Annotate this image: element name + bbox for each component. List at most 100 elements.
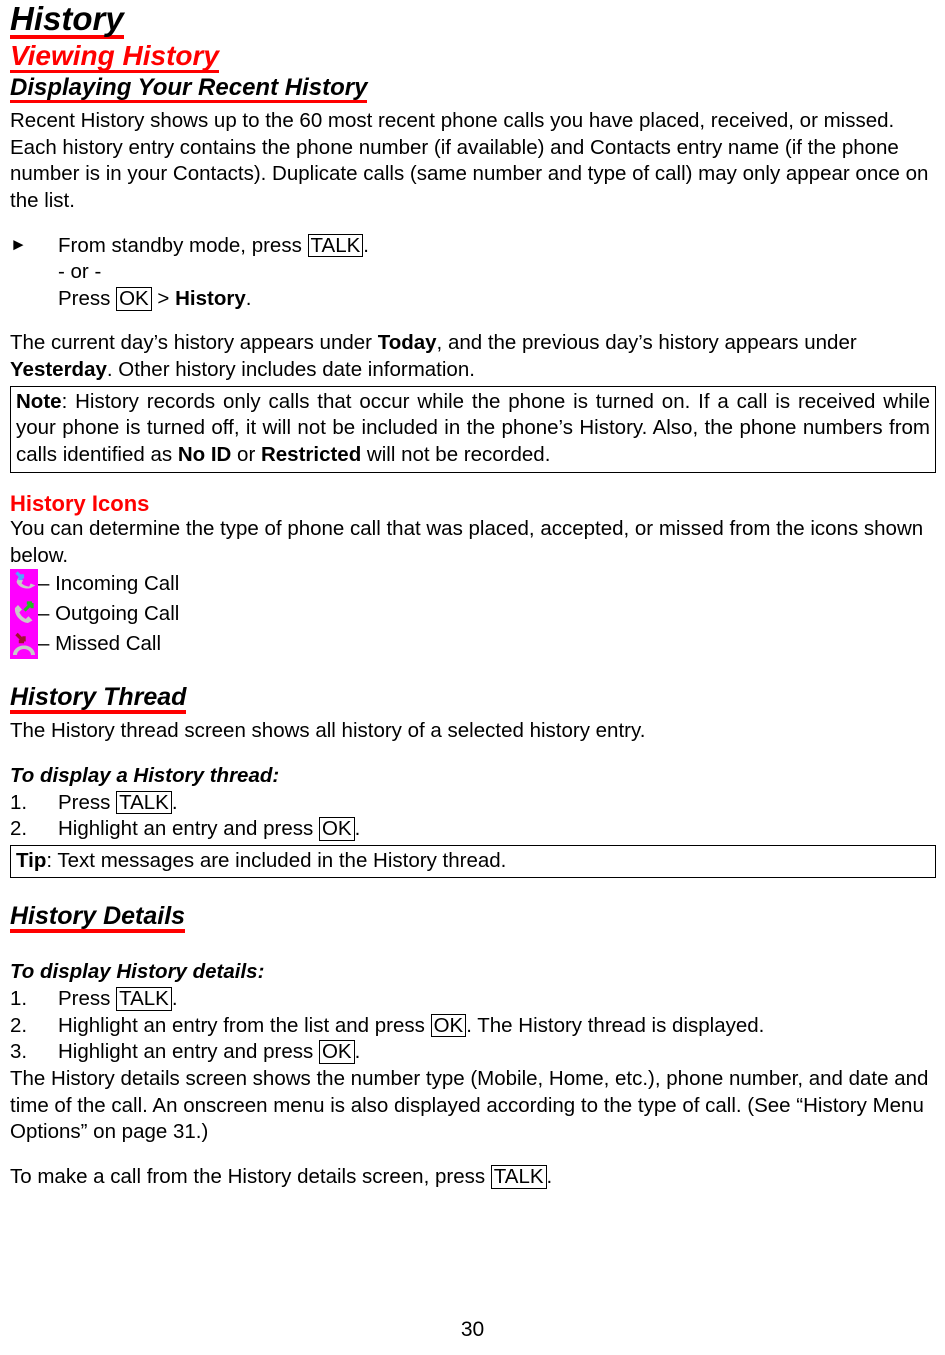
thread-step-2-number: 2. <box>10 817 28 841</box>
note-part2: or <box>231 443 261 467</box>
note-callout-box: Note: History records only calls that oc… <box>10 385 936 473</box>
key-talk[interactable]: TALK <box>307 233 364 258</box>
page-content: History Viewing History Displaying Your … <box>10 0 936 1191</box>
standby-line3-post: . <box>245 286 252 310</box>
details-step-3-number: 3. <box>10 1040 28 1064</box>
document-page: History Viewing History Displaying Your … <box>0 0 945 1355</box>
key-ok[interactable]: OK <box>116 286 152 311</box>
outgoing-call-label: – Outgoing Call <box>38 601 180 625</box>
details-step-3-post: . <box>354 1040 361 1064</box>
key-talk[interactable]: TALK <box>116 790 172 815</box>
section-heading-displaying-recent-history: Displaying Your Recent History <box>10 74 368 103</box>
today-bold: Today <box>377 331 437 355</box>
details-closing-post: . <box>546 1164 553 1188</box>
list-item-incoming-call: – Incoming Call <box>10 569 936 600</box>
subtitle-line: Viewing History <box>10 42 936 73</box>
note-bold-no-id: No ID <box>177 443 232 467</box>
icons-intro-paragraph: You can determine the type of phone call… <box>10 516 924 567</box>
details-closing-paragraph: To make a call from the History details … <box>10 1164 936 1191</box>
details-step-1-number: 1. <box>10 987 28 1011</box>
details-step-1-post: . <box>171 987 178 1011</box>
standby-line3-bold: History <box>175 286 246 310</box>
standby-step-row: ► From standby mode, press TALK. - or - … <box>10 233 936 313</box>
standby-line3-pre: Press <box>58 286 117 310</box>
thread-step-1-pre: Press <box>58 790 117 814</box>
details-howto-title: To display History details: <box>10 960 265 984</box>
tip-callout-box: Tip: Text messages are included in the H… <box>10 844 936 879</box>
key-ok[interactable]: OK <box>318 817 355 841</box>
details-step-2-pre: Highlight an entry from the list and pre… <box>58 1013 431 1037</box>
key-talk[interactable]: TALK <box>116 987 172 1011</box>
standby-step-line-1: From standby mode, press TALK. <box>58 233 936 260</box>
section-heading-history-icons: History Icons <box>10 490 150 516</box>
thread-step-2-post: . <box>354 817 361 841</box>
standby-step-body: From standby mode, press TALK. - or - Pr… <box>58 233 936 313</box>
incoming-call-icon <box>10 569 38 600</box>
details-step-3-pre: Highlight an entry and press <box>58 1040 319 1064</box>
thread-step-2-body: Highlight an entry and press OK. <box>58 816 936 843</box>
details-step-3: 3. Highlight an entry and press OK. <box>10 1039 936 1066</box>
details-step-1: 1. Press TALK. <box>10 986 936 1013</box>
sub3-line: Displaying Your Recent History <box>10 76 936 103</box>
page-number: 30 <box>460 1318 485 1341</box>
today-part3: . Other history includes date informatio… <box>106 358 475 382</box>
incoming-call-label: – Incoming Call <box>38 571 180 595</box>
details-step-1-body: Press TALK. <box>58 986 936 1013</box>
page-title: History <box>10 0 124 39</box>
outgoing-call-icon <box>10 599 38 630</box>
note-bold-restricted: Restricted <box>260 443 362 467</box>
thread-step-2: 2. Highlight an entry and press OK. <box>10 816 936 843</box>
standby-step-line-3: Press OK > History. <box>58 286 936 313</box>
note-part3: will not be recorded. <box>361 443 551 467</box>
list-item-outgoing-call: – Outgoing Call <box>10 599 936 630</box>
note-label: Note <box>16 389 62 413</box>
thread-step-1-body: Press TALK. <box>58 790 936 817</box>
tip-text: : Text messages are included in the Hist… <box>46 848 507 872</box>
standby-step-line-2: - or - <box>58 260 102 284</box>
details-closing-pre: To make a call from the History details … <box>10 1164 491 1188</box>
today-part1: The current day’s history appears under <box>10 331 378 355</box>
history-details-heading-line: History Details <box>10 904 936 934</box>
details-paragraph: The History details screen shows the num… <box>10 1067 929 1144</box>
details-step-2: 2. Highlight an entry from the list and … <box>10 1013 936 1040</box>
thread-intro-paragraph: The History thread screen shows all hist… <box>10 719 646 743</box>
section-heading-viewing-history: Viewing History <box>10 40 220 73</box>
intro-paragraph: Recent History shows up to the 60 most r… <box>10 109 929 212</box>
standby-line1-pre: From standby mode, press <box>58 233 308 257</box>
thread-step-1: 1. Press TALK. <box>10 790 936 817</box>
standby-line1-post: . <box>363 233 369 257</box>
details-step-3-body: Highlight an entry and press OK. <box>58 1039 936 1066</box>
standby-line3-mid: > <box>151 286 176 310</box>
details-step-2-body: Highlight an entry from the list and pre… <box>58 1013 936 1040</box>
missed-call-icon <box>10 629 38 660</box>
details-step-2-post: . The History thread is displayed. <box>466 1013 765 1037</box>
details-step-1-pre: Press <box>58 987 117 1011</box>
today-part2: , and the previous day’s history appears… <box>436 331 857 355</box>
history-thread-heading-line: History Thread <box>10 685 936 715</box>
yesterday-bold: Yesterday <box>10 358 107 382</box>
thread-howto-title: To display a History thread: <box>10 763 280 787</box>
thread-step-1-number: 1. <box>10 790 28 814</box>
details-step-2-number: 2. <box>10 1013 28 1037</box>
thread-step-1-post: . <box>171 790 178 814</box>
section-heading-history-thread: History Thread <box>10 685 187 715</box>
key-talk[interactable]: TALK <box>490 1164 547 1189</box>
list-item-missed-call: – Missed Call <box>10 629 936 660</box>
section-heading-history-details: History Details <box>10 904 186 934</box>
title-line: History <box>10 0 936 39</box>
tip-label: Tip <box>16 848 47 872</box>
key-ok[interactable]: OK <box>430 1013 467 1038</box>
key-ok[interactable]: OK <box>318 1040 355 1065</box>
today-yesterday-paragraph: The current day’s history appears under … <box>10 330 936 383</box>
arrow-bullet-icon: ► <box>10 234 27 254</box>
thread-step-2-pre: Highlight an entry and press <box>58 817 319 841</box>
missed-call-label: – Missed Call <box>38 631 162 655</box>
